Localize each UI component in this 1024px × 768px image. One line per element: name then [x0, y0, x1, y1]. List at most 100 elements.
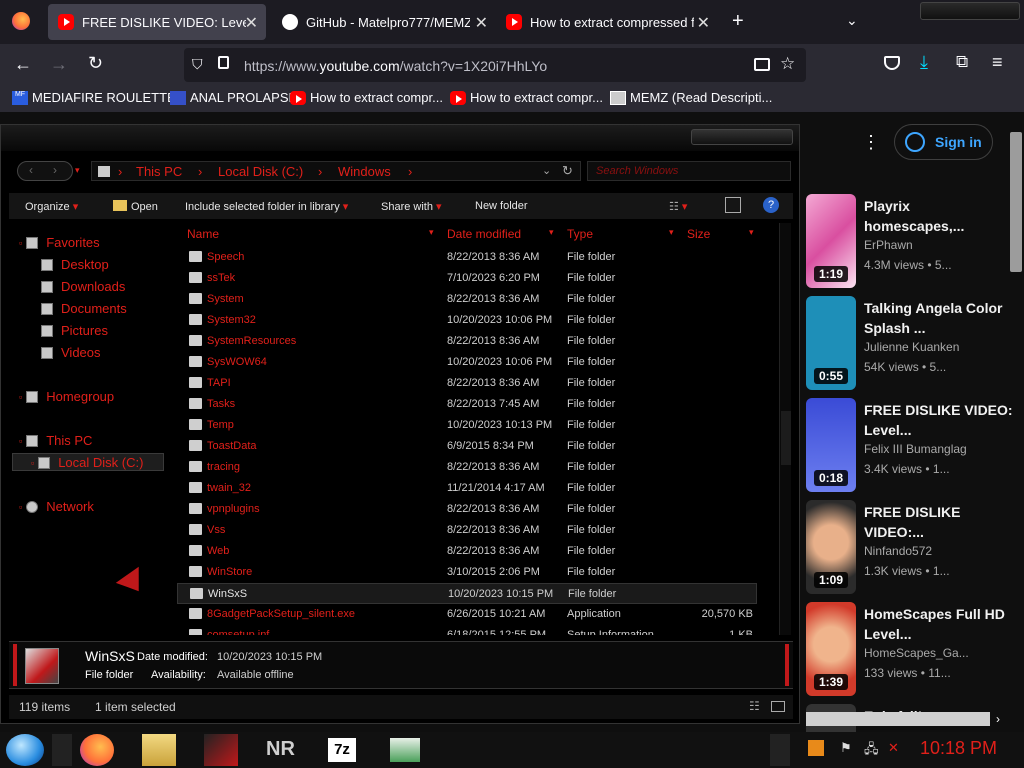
tab-youtube[interactable]: FREE DISLIKE VIDEO: Level Fail C ✕ — [48, 4, 266, 40]
video-channel[interactable]: Julienne Kuanken — [864, 340, 959, 354]
address-bar[interactable]: › This PC › Local Disk (C:) › Windows › … — [91, 161, 581, 181]
organize-button[interactable]: Organize ▾ — [25, 200, 78, 213]
nr-taskbar-icon[interactable]: NR — [266, 734, 302, 766]
search-input[interactable]: Search Windows — [587, 161, 791, 181]
video-title[interactable]: Playrix homescapes,... — [864, 196, 1014, 236]
breadcrumb-this-pc[interactable]: This PC — [136, 164, 182, 179]
close-tab-icon[interactable]: ✕ — [245, 13, 258, 33]
breadcrumb-local-disk[interactable]: Local Disk (C:) — [218, 164, 303, 179]
network-tray-icon[interactable]: 🖧 — [864, 740, 879, 762]
file-row[interactable]: 8GadgetPackSetup_silent.exe 6/26/2015 10:… — [177, 604, 757, 625]
file-row[interactable]: System32 10/20/2023 10:06 PM File folder — [177, 310, 757, 331]
video-thumbnail[interactable]: 0:55 — [806, 296, 856, 390]
file-row[interactable]: Web 8/22/2013 8:36 AM File folder — [177, 541, 757, 562]
tab-extract[interactable]: How to extract compressed file ✕ — [496, 4, 718, 40]
recent-locations-icon[interactable]: ▾ — [75, 165, 80, 176]
sidebar-item-homegroup[interactable]: ▫ Homegroup — [19, 389, 114, 404]
large-icons-view-icon[interactable] — [771, 701, 785, 712]
back-forward-buttons[interactable] — [17, 161, 73, 181]
video-title[interactable]: FREE DISLIKE VIDEO:... — [864, 502, 1014, 542]
file-row[interactable]: Tasks 8/22/2013 7:45 AM File folder — [177, 394, 757, 415]
clock[interactable]: 10:18 PM — [920, 738, 997, 759]
horizontal-scrollbar[interactable] — [806, 712, 990, 726]
column-dropdown-icon[interactable]: ▾ — [669, 227, 674, 238]
bookmark-memz[interactable]: MEMZ (Read Descripti... — [610, 90, 772, 105]
media-player-taskbar-icon[interactable] — [204, 734, 238, 766]
window-control-buttons[interactable] — [691, 129, 793, 145]
new-tab-icon[interactable]: + — [732, 10, 744, 33]
video-thumbnail[interactable]: 1:39 — [806, 602, 856, 696]
video-channel[interactable]: Felix III Bumanglag — [864, 442, 967, 456]
action-center-icon[interactable]: ⚑ — [840, 740, 852, 756]
video-title[interactable]: Talking Angela Color Splash ... — [864, 298, 1014, 338]
column-dropdown-icon[interactable]: ▾ — [749, 227, 754, 238]
scroll-right-icon[interactable]: › — [996, 712, 1000, 726]
share-with-button[interactable]: Share with ▾ — [381, 200, 442, 213]
start-button[interactable] — [6, 734, 44, 766]
sidebar-item-network[interactable]: ▫ Network — [19, 499, 94, 514]
preview-pane-icon[interactable] — [725, 197, 741, 213]
sidebar-item-desktop[interactable]: Desktop — [41, 257, 109, 272]
file-row[interactable]: tracing 8/22/2013 8:36 AM File folder — [177, 457, 757, 478]
file-row[interactable]: System 8/22/2013 8:36 AM File folder — [177, 289, 757, 310]
firefox-taskbar-icon[interactable] — [80, 734, 114, 766]
bookmark-extract-2[interactable]: How to extract compr... — [450, 90, 603, 105]
app-taskbar-icon[interactable] — [390, 738, 420, 762]
help-icon[interactable]: ? — [763, 197, 779, 213]
video-item[interactable]: 0:55 Talking Angela Color Splash ... Jul… — [806, 296, 1016, 392]
column-dropdown-icon[interactable]: ▾ — [429, 227, 434, 238]
video-item[interactable]: 1:39 HomeScapes Full HD Level... HomeSca… — [806, 602, 1016, 698]
video-title[interactable]: HomeScapes Full HD Level... — [864, 604, 1014, 644]
downloads-icon[interactable]: ⤓ — [920, 52, 928, 73]
column-header-size[interactable]: Size — [687, 227, 710, 241]
page-scrollbar[interactable] — [1010, 132, 1022, 272]
bookmark-star-icon[interactable]: ☆ — [780, 54, 795, 74]
firefox-icon[interactable] — [12, 12, 30, 30]
video-title[interactable]: FREE DISLIKE VIDEO: Level... — [864, 400, 1014, 440]
file-row[interactable]: SystemResources 8/22/2013 8:36 AM File fol… — [177, 331, 757, 352]
view-options-icon[interactable]: ☷ ▾ — [669, 200, 687, 213]
pocket-icon[interactable] — [884, 56, 900, 70]
sign-in-button[interactable]: Sign in — [894, 124, 993, 160]
file-row[interactable]: WinSxS 10/20/2023 10:15 PM File folder — [177, 583, 757, 604]
video-thumbnail[interactable]: 1:19 — [806, 194, 856, 288]
tray-app-icon[interactable] — [808, 740, 824, 756]
extensions-icon[interactable]: ⧉ — [956, 52, 968, 72]
more-options-icon[interactable]: ⋮ — [862, 132, 880, 153]
7zip-taskbar-icon[interactable]: 7z — [328, 738, 356, 762]
picture-in-picture-icon[interactable] — [754, 58, 770, 71]
back-arrow-icon[interactable]: ‹ — [29, 163, 33, 177]
video-thumbnail[interactable]: 1:09 — [806, 500, 856, 594]
bookmark-anal-prolapse[interactable]: ANAL PROLAPSE — [170, 90, 297, 105]
reload-icon[interactable]: ↻ — [88, 53, 103, 74]
video-item[interactable]: 1:19 Playrix homescapes,... ErPhawn 4.3M… — [806, 194, 1016, 290]
open-button[interactable]: Open — [113, 200, 158, 213]
list-tabs-icon[interactable]: ⌄ — [846, 12, 858, 29]
video-item[interactable]: 0:18 FREE DISLIKE VIDEO: Level... Felix … — [806, 398, 1016, 494]
column-header-date[interactable]: Date modified — [447, 227, 521, 241]
sidebar-item-videos[interactable]: Videos — [41, 345, 101, 360]
volume-muted-icon[interactable]: ✕ — [888, 740, 899, 756]
sidebar-item-favorites[interactable]: ▫ Favorites — [19, 235, 100, 250]
scrollbar-thumb[interactable] — [781, 411, 791, 465]
column-header-name[interactable]: Name — [187, 227, 219, 241]
tab-github[interactable]: GitHub - Matelpro777/MEMZ-4 ✕ — [272, 4, 496, 40]
file-list-scrollbar[interactable] — [779, 223, 791, 635]
file-row[interactable]: WinStore 3/10/2015 2:06 PM File folder — [177, 562, 757, 583]
video-channel[interactable]: ErPhawn — [864, 238, 913, 252]
sidebar-item-pictures[interactable]: Pictures — [41, 323, 108, 338]
file-row[interactable]: Temp 10/20/2023 10:13 PM File folder — [177, 415, 757, 436]
menu-icon[interactable]: ≡ — [992, 52, 1003, 73]
forward-arrow-icon[interactable]: › — [53, 163, 57, 177]
close-tab-icon[interactable]: ✕ — [475, 13, 488, 33]
tracking-shield-icon[interactable]: ⛉ — [192, 56, 203, 73]
bookmark-extract-1[interactable]: How to extract compr... — [290, 90, 443, 105]
address-dropdown-icon[interactable]: ⌄ — [542, 164, 551, 177]
bookmark-mediafire[interactable]: MF MEDIAFIRE ROULETTER — [12, 90, 185, 105]
file-row[interactable]: twain_32 11/21/2014 4:17 AM File folder — [177, 478, 757, 499]
file-row[interactable]: SysWOW64 10/20/2023 10:06 PM File folder — [177, 352, 757, 373]
file-explorer-taskbar-icon[interactable] — [142, 734, 176, 766]
url-bar[interactable]: ⛉ https://www.youtube.com/watch?v=1X20i7… — [184, 48, 806, 82]
file-row[interactable]: Speech 8/22/2013 8:36 AM File folder — [177, 247, 757, 268]
file-row[interactable]: comsetup.inf 6/18/2015 12:55 PM Setup Info… — [177, 625, 757, 635]
